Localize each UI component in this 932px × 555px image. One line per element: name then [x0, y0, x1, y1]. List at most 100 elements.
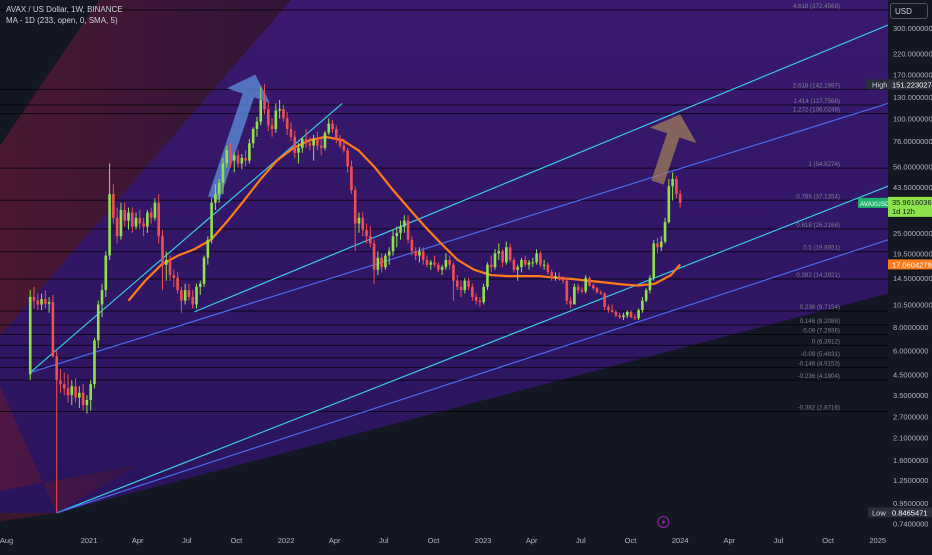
price-tick-label: 43.5000000 — [893, 183, 932, 192]
candle-body — [425, 259, 429, 265]
candle-body — [183, 290, 187, 301]
candle-body — [44, 299, 47, 304]
candle-body — [119, 209, 123, 237]
candle-body — [164, 259, 168, 265]
candle-body — [93, 340, 96, 385]
candle-body — [123, 209, 126, 221]
candle-body — [614, 311, 618, 316]
candle-body — [240, 157, 244, 164]
candle-body — [482, 286, 485, 303]
candle-body — [142, 223, 145, 227]
candle-body — [663, 222, 667, 242]
fib-label: -0.09 (5.4831) — [801, 351, 840, 358]
candle-body — [542, 264, 546, 266]
candle-body — [678, 194, 682, 203]
candle-body — [236, 155, 240, 164]
candle-body — [66, 388, 70, 396]
time-tick-label: Apr — [723, 536, 735, 545]
candle-body — [369, 236, 372, 244]
candle-body — [130, 212, 134, 227]
fib-label: 1.414 (117.7568) — [793, 98, 840, 105]
candle-body — [229, 150, 232, 161]
fib-label: 0.382 (14.2921) — [796, 272, 840, 279]
candle-body — [516, 267, 519, 270]
ma-value: 17.0604279 — [892, 260, 932, 269]
candle-body — [285, 118, 289, 130]
candle-body — [618, 315, 622, 318]
fib-label: 0.618 (26.2168) — [796, 222, 840, 229]
candle-body — [350, 166, 353, 191]
candle-body — [622, 315, 625, 318]
candle-body — [327, 123, 331, 133]
price-tick-label: 10.5000000 — [893, 300, 932, 309]
time-tick-label: Oct — [428, 536, 441, 545]
price-tick-label: 14.5000000 — [893, 274, 932, 283]
candle-body — [89, 384, 92, 401]
high-value: 151.2230275 — [892, 80, 932, 89]
candle-body — [444, 259, 448, 268]
fib-label: 0.09 (7.2936) — [803, 327, 840, 334]
candle-body — [584, 277, 588, 292]
symbol-tag: AVAXUSD — [860, 201, 890, 208]
chart-container[interactable]: 4.618 (372.4569) 2.618 (142.1997) 1.414 (1… — [0, 0, 932, 550]
candle-body — [214, 194, 217, 203]
candle-body — [497, 251, 501, 254]
candle-body — [644, 290, 648, 301]
candle-body — [531, 262, 535, 264]
chart-legend: AVAX / US Dollar, 1W, BINANCE MA - 1D (2… — [6, 4, 123, 26]
candle-body — [40, 299, 43, 305]
time-tick-label: 2025 — [869, 536, 886, 545]
countdown-value: 1d 12h — [892, 207, 915, 216]
candle-body — [217, 182, 221, 195]
candle-body — [32, 296, 36, 301]
candle-body — [297, 147, 300, 153]
candle-body — [168, 259, 172, 276]
fib-label: 4.618 (372.4569) — [793, 3, 840, 10]
candle-body — [459, 286, 463, 291]
candle-body — [225, 150, 229, 164]
price-chart[interactable]: 4.618 (372.4569) 2.618 (142.1997) 1.414 (1… — [0, 0, 932, 550]
candle-body — [62, 384, 66, 389]
time-tick-label: Apr — [329, 536, 341, 545]
candle-body — [361, 217, 365, 230]
candle-body — [274, 110, 278, 130]
candle-body — [372, 243, 376, 270]
fib-label: 1 (54.8274) — [808, 161, 840, 168]
fib-label: -0.236 (4.1904) — [798, 373, 840, 380]
candle-body — [471, 286, 474, 297]
low-label: Low — [872, 508, 886, 517]
price-value: 35.9616036 — [892, 198, 932, 207]
indicator-label[interactable]: MA - 1D (233, open, 0, SMA, 5) — [6, 15, 123, 26]
candle-body — [508, 247, 512, 260]
currency-button[interactable]: USD — [890, 3, 928, 19]
candle-body — [648, 277, 652, 291]
fib-label: 1.272 (106.0249) — [793, 107, 840, 114]
time-tick-label: 2021 — [81, 536, 98, 545]
candle-body — [47, 302, 51, 304]
candle-body — [312, 138, 315, 146]
time-tick-label: Jul — [576, 536, 586, 545]
candle-body — [629, 311, 633, 318]
candle-body — [202, 257, 206, 284]
price-tick-label: 1.6000000 — [893, 456, 928, 465]
candle-body — [652, 243, 656, 278]
candle-body — [255, 121, 259, 130]
candle-body — [591, 285, 595, 289]
candle-body — [300, 138, 304, 148]
candle-body — [433, 262, 436, 265]
price-tick-label: 8.0000000 — [893, 323, 928, 332]
time-tick-label: Oct — [625, 536, 638, 545]
time-tick-label: Jul — [182, 536, 192, 545]
price-tick-label: 25.0000000 — [893, 229, 932, 238]
candle-body — [384, 255, 387, 268]
candle-body — [437, 264, 440, 270]
candle-body — [338, 138, 342, 146]
candle-body — [346, 150, 349, 167]
candle-body — [172, 275, 176, 278]
candle-body — [448, 259, 451, 265]
symbol-title[interactable]: AVAX / US Dollar, 1W, BINANCE — [6, 4, 123, 15]
candle-body — [675, 179, 678, 195]
candle-body — [304, 138, 308, 144]
candle-body — [244, 157, 247, 161]
candle-body — [489, 264, 493, 268]
